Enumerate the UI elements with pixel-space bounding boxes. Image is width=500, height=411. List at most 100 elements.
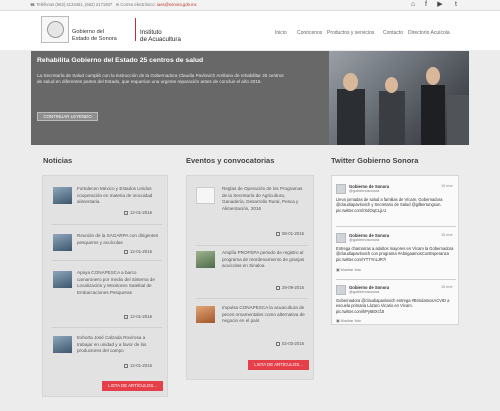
event-title[interactable]: Reglas de Operación de los Programas de … — [222, 186, 308, 212]
hero-title[interactable]: Rehabilita Gobierno del Estado 25 centro… — [37, 57, 203, 64]
eventos-heading: Eventos y convocatorias — [186, 156, 275, 165]
divider — [336, 279, 456, 280]
calendar-icon — [124, 314, 128, 319]
photo-figure — [421, 85, 445, 145]
divider — [196, 245, 308, 246]
youtube-icon[interactable]: ▶ — [436, 1, 444, 9]
news-title[interactable]: Fortalecen México y Estados Unidos coope… — [77, 186, 161, 206]
news-title[interactable]: Exhorta José Calzada Rovirosa a trabajar… — [77, 335, 161, 355]
event-date: 02-03-2015 — [276, 341, 304, 346]
list-item[interactable]: Exhorta José Calzada Rovirosa a trabajar… — [52, 335, 162, 371]
hero-photo — [329, 51, 469, 145]
institute-logo-text[interactable]: Instituto de Acuacultura — [140, 29, 181, 43]
event-title[interactable]: Amplía PROFEPA periodo de registro al pr… — [222, 250, 308, 270]
show-photo-text: Mostrar foto — [340, 319, 361, 323]
continue-reading-button[interactable]: CONTINUAR LEYENDO — [37, 112, 98, 121]
nav-conocenos[interactable]: Conócenos — [297, 30, 322, 36]
email-link[interactable]: iaes@sonora.gob.mx — [157, 2, 197, 7]
news-thumbnail — [53, 234, 72, 251]
photo-figure — [337, 89, 365, 145]
logo-divider — [135, 18, 136, 41]
state-logo-text[interactable]: Gobierno del Estado de Sonora — [72, 29, 117, 42]
twitter-icon[interactable]: t — [452, 1, 460, 9]
show-photo-link[interactable]: ▣ Mostrar foto — [336, 267, 361, 272]
news-title[interactable]: Apoya CONAPESCA a barco camaronero por m… — [77, 270, 161, 296]
calendar-icon — [124, 363, 128, 368]
event-date-text: 02-03-2015 — [282, 341, 304, 346]
news-date-text: 12-01-2016 — [130, 363, 152, 368]
tweet-handle[interactable]: @gobiernosonora — [349, 189, 379, 193]
hero-description: La Secretaría de Salud cumplió con la in… — [37, 73, 284, 85]
phone-icon: ☎ — [30, 2, 36, 7]
divider — [196, 298, 308, 299]
event-date: 29-09-2015 — [276, 285, 304, 290]
tweet[interactable]: Gobierno de Sonora @gobiernosonora 15 en… — [336, 232, 456, 274]
nav-directorio[interactable]: Directorio Acuícola — [408, 30, 450, 36]
photo-figure-head — [426, 67, 440, 85]
tweet-time[interactable]: 15 ene — [441, 184, 453, 188]
tweet-handle[interactable]: @gobiernosonora — [349, 238, 379, 242]
news-thumbnail — [53, 336, 72, 353]
list-item[interactable]: Reglas de Operación de los Programas de … — [196, 186, 308, 240]
photo-figure — [379, 91, 405, 145]
news-date: 12-01-2016 — [124, 249, 152, 254]
seal-icon — [47, 21, 64, 38]
divider — [336, 226, 456, 227]
list-item[interactable]: Fortalecen México y Estados Unidos coope… — [52, 186, 162, 216]
tweet[interactable]: Gobierno de Sonora @gobiernosonora 15 en… — [336, 183, 456, 223]
noticias-list-button[interactable]: LISTA DE ARTÍCULOS... — [102, 381, 163, 391]
divider — [52, 327, 162, 328]
list-item[interactable]: Impulsa CONAPESCA la acuacultura de pece… — [196, 305, 308, 347]
divider — [52, 260, 162, 261]
tweet-body: Gobernadora @claudiapavlovich entrega #B… — [336, 298, 450, 314]
list-item[interactable]: Amplía PROFEPA periodo de registro al pr… — [196, 250, 308, 292]
tweet[interactable]: Gobierno de Sonora @gobiernosonora 15 en… — [336, 284, 456, 324]
divider — [52, 224, 162, 225]
calendar-icon — [276, 231, 280, 236]
tweet-time[interactable]: 15 ene — [441, 285, 453, 289]
noticias-heading: Noticias — [43, 156, 73, 165]
event-title[interactable]: Impulsa CONAPESCA la acuacultura de pece… — [222, 305, 308, 325]
home-icon[interactable]: ⌂ — [409, 1, 417, 9]
news-thumbnail — [53, 271, 72, 288]
news-date-text: 12-01-2016 — [130, 314, 152, 319]
news-date-text: 12-01-2016 — [130, 210, 152, 215]
avatar — [336, 233, 346, 243]
event-date-text: 08-01-2016 — [282, 231, 304, 236]
institute-line1: Instituto — [140, 29, 162, 36]
calendar-icon — [276, 341, 280, 346]
eventos-list-button[interactable]: LISTA DE ARTÍCULOS... — [248, 360, 309, 370]
news-date: 12-01-2016 — [124, 314, 152, 319]
nav-inicio[interactable]: Inicio — [275, 30, 287, 36]
avatar — [336, 285, 346, 295]
facebook-icon[interactable]: f — [422, 1, 430, 9]
tweet-handle[interactable]: @gobiernosonora — [349, 290, 379, 294]
state-seal-logo[interactable] — [41, 16, 69, 43]
nav-productos[interactable]: Productos y servicios — [327, 30, 374, 36]
tweet-time[interactable]: 15 ene — [441, 233, 453, 237]
institute-line2: de Acuacultura — [140, 36, 181, 43]
hero-banner: Rehabilita Gobierno del Estado 25 centro… — [31, 51, 469, 145]
news-title[interactable]: Reunión de la SAGARPA con dirigentes pes… — [77, 233, 161, 246]
list-item[interactable]: Reunión de la SAGARPA con dirigentes pes… — [52, 233, 162, 263]
photo-figure — [447, 95, 469, 145]
event-thumbnail — [196, 187, 215, 204]
news-date: 12-01-2016 — [124, 210, 152, 215]
event-thumbnail — [196, 306, 215, 323]
list-item[interactable]: Apoya CONAPESCA a barco camaronero por m… — [52, 270, 162, 320]
contact-info: ☎ Teléfonos (662) 2133451, (662) 2171937… — [30, 2, 197, 7]
calendar-icon — [124, 210, 128, 215]
twitter-heading: Twitter Gobierno Sonora — [331, 156, 419, 165]
news-date-text: 12-01-2016 — [130, 249, 152, 254]
show-photo-link[interactable]: ▣ Mostrar foto — [336, 318, 361, 323]
calendar-icon — [124, 249, 128, 254]
event-date: 08-01-2016 — [276, 231, 304, 236]
photo-figure-head — [343, 73, 358, 91]
nav-contacto[interactable]: Contacto — [383, 30, 403, 36]
event-date-text: 29-09-2015 — [282, 285, 304, 290]
logo-line1: Gobierno del — [72, 29, 105, 35]
show-photo-text: Mostrar foto — [340, 268, 361, 272]
logo-line2: Estado de Sonora — [72, 35, 117, 42]
event-thumbnail — [196, 251, 215, 268]
avatar — [336, 184, 346, 194]
